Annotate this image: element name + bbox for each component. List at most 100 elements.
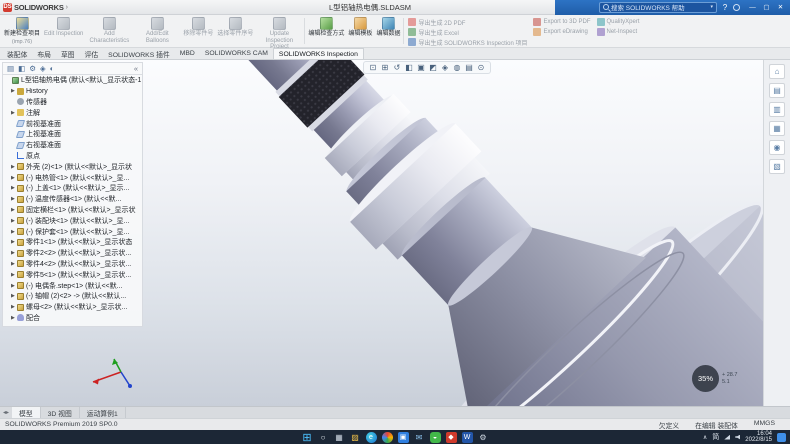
net-inspect-button[interactable]: Net-Inspect (597, 28, 640, 36)
tab-model[interactable]: 模型 (12, 407, 41, 418)
zoom-area-icon[interactable]: ⊞ (380, 63, 390, 72)
chrome-icon[interactable]: ◍ (382, 432, 393, 443)
section-view-icon[interactable]: ◧ (404, 63, 414, 72)
configurationmanager-tab-icon[interactable]: ⚙ (29, 64, 36, 73)
export-edrawing-button[interactable]: Export eDrawing (533, 28, 590, 36)
view-settings-icon[interactable]: ⊙ (476, 63, 486, 72)
start-icon[interactable]: ⊞ (302, 432, 313, 443)
collapse-panel-icon[interactable]: « (134, 64, 138, 73)
graphics-viewport[interactable]: ▤ ◧ ⚙ ◈ ◐ « L型铝轴热电偶 (默认<默认_显示状态-1 ▶ Hist… (0, 60, 763, 406)
solidworks-taskbar-icon[interactable]: ◆ (446, 432, 457, 443)
tab-motion-study[interactable]: 运动算例1 (80, 407, 126, 418)
status-units[interactable]: MMGS (754, 420, 775, 430)
help-button[interactable]: ? (720, 3, 730, 12)
search-caret-icon[interactable]: ▾ (710, 4, 713, 10)
mail-icon[interactable]: ✉ (414, 432, 425, 443)
export-sw-inspection-button[interactable]: 导出生成 SOLIDWORKS Inspection 项目 (408, 38, 527, 46)
update-inspection-project-button[interactable]: Update Inspection Project (255, 16, 303, 46)
edge-icon[interactable]: e (366, 432, 377, 443)
tree-item-part[interactable]: ▶ 零件5<1> (默认<<默认>_显示状... (3, 269, 142, 280)
appearances-icon[interactable]: ◉ (769, 140, 785, 155)
tree-item-part[interactable]: ▶ 固定横栏<1> (默认<<默认>_显示状 (3, 205, 142, 216)
resources-icon[interactable]: ⌂ (769, 64, 785, 79)
edit-data-button[interactable]: 编辑数据 (374, 16, 402, 46)
tree-item-assembly-root[interactable]: L型铝轴热电偶 (默认<默认_显示状态-1 (3, 75, 142, 86)
new-inspection-project-button[interactable]: 新建检查项目 (imp.76) (2, 16, 42, 46)
tree-item-part[interactable]: ▶ (-) 保护套<1> (默认<<默认>_显... (3, 226, 142, 237)
tab-sketch[interactable]: 草图 (56, 48, 80, 59)
propertymanager-tab-icon[interactable]: ◧ (18, 64, 25, 73)
tray-chevron-icon[interactable]: ∧ (703, 434, 707, 441)
tree-item-part[interactable]: ▶ (-) 电热管<1> (默认<<默认>_显... (3, 172, 142, 183)
settings-icon[interactable]: ⚙ (478, 432, 489, 443)
custom-properties-icon[interactable]: ▧ (769, 159, 785, 174)
previous-view-icon[interactable]: ↺ (392, 63, 402, 72)
task-view-icon[interactable]: ▦ (334, 432, 345, 443)
wechat-icon[interactable]: ◒ (430, 432, 441, 443)
tree-item-part[interactable]: ▶ 零件4<2> (默认<<默认>_显示状... (3, 259, 142, 270)
file-explorer-taskbar-icon[interactable]: ▨ (350, 432, 361, 443)
export-3d-pdf-button[interactable]: Export to 3D PDF (533, 18, 590, 26)
taskbar-search-icon[interactable]: ○ (318, 432, 329, 443)
remove-balloons-button[interactable]: 移除零件号 (181, 16, 215, 46)
zoom-fit-icon[interactable]: ⊡ (368, 63, 378, 72)
tree-item-origin[interactable]: 原点 (3, 151, 142, 162)
view-palette-icon[interactable]: ▦ (769, 121, 785, 136)
tree-item-right-plane[interactable]: 右视基准面 (3, 140, 142, 151)
tab-3d-views[interactable]: 3D 视图 (41, 407, 80, 418)
select-balloons-button[interactable]: 选择零件序号 (215, 16, 255, 46)
add-characteristics-button[interactable]: Add Characteristics (85, 16, 133, 46)
tree-item-annotations[interactable]: ▶ 注解 (3, 107, 142, 118)
tree-item-part[interactable]: ▶ (-) 上盖<1> (默认<<默认>_显示... (3, 183, 142, 194)
tree-item-part[interactable]: ▶ 零件2<2> (默认<<默认>_显示状... (3, 248, 142, 259)
tree-item-part[interactable]: ▶ (-) 轴帽 (2)<2> -> (默认<<默认... (3, 291, 142, 302)
notification-badge[interactable] (777, 433, 786, 442)
tree-item-front-plane[interactable]: 前视基准面 (3, 118, 142, 129)
tab-solidworks-inspection[interactable]: SOLIDWORKS Inspection (273, 48, 364, 59)
tree-item-part[interactable]: ▶ 外壳 (2)<1> (默认<<默认>_显示状 (3, 161, 142, 172)
word-icon[interactable]: W (462, 432, 473, 443)
tab-layout[interactable]: 布局 (32, 48, 56, 59)
maximize-button[interactable]: ▢ (760, 1, 773, 14)
edit-appearance-icon[interactable]: ◍ (452, 63, 462, 72)
volume-icon[interactable] (735, 435, 740, 440)
close-button[interactable]: ✕ (774, 1, 787, 14)
tab-evaluate[interactable]: 评估 (80, 48, 104, 59)
displaymanager-tab-icon[interactable]: ◐ (50, 64, 55, 73)
file-explorer-icon[interactable]: ▥ (769, 102, 785, 117)
add-edit-balloons-button[interactable]: Add/Edit Balloons (133, 16, 181, 46)
tab-scroll-arrows[interactable]: ◂▸ (0, 407, 12, 418)
edit-inspection-method-button[interactable]: 编辑检查方式 (306, 16, 346, 46)
design-library-icon[interactable]: ▤ (769, 83, 785, 98)
store-icon[interactable]: ▣ (398, 432, 409, 443)
qualityxpert-button[interactable]: QualityXpert (597, 18, 640, 26)
network-icon[interactable] (724, 435, 730, 440)
export-2d-pdf-button[interactable]: 导出生成 2D PDF (408, 18, 527, 26)
user-icon[interactable] (733, 4, 740, 11)
search-input[interactable]: 搜索 SOLIDWORKS 帮助 ▾ (599, 2, 717, 13)
tree-item-part[interactable]: ▶ (-) 装配块<1> (默认<<默认>_显... (3, 215, 142, 226)
featuremanager-tab-icon[interactable]: ▤ (7, 64, 14, 73)
tree-item-part[interactable]: ▶ (-) 电偶条.step<1> (默认<<默... (3, 280, 142, 291)
tab-solidworks-cam[interactable]: SOLIDWORKS CAM (200, 48, 273, 59)
minimize-button[interactable]: — (746, 1, 759, 14)
tree-item-history[interactable]: ▶ History (3, 86, 142, 97)
tree-item-sensors[interactable]: 传感器 (3, 97, 142, 108)
tab-mbd[interactable]: MBD (175, 48, 200, 59)
dimxpertmanager-tab-icon[interactable]: ◈ (40, 64, 46, 73)
edit-inspection-button[interactable]: Edit Inspection (42, 16, 85, 46)
tree-item-mates[interactable]: ▶ 配合 (3, 313, 142, 324)
ime-indicator[interactable]: 简 (712, 432, 719, 442)
export-excel-button[interactable]: 导出生成 Excel (408, 28, 527, 36)
hide-show-items-icon[interactable]: ◈ (440, 63, 450, 72)
tree-item-part[interactable]: ▶ 螺母<2> (默认<<默认>_显示状... (3, 302, 142, 313)
clock[interactable]: 16:04 2022/8/15 (745, 431, 772, 444)
tab-assembly[interactable]: 装配体 (2, 48, 32, 59)
tab-addins[interactable]: SOLIDWORKS 插件 (103, 48, 175, 59)
display-style-icon[interactable]: ◩ (428, 63, 438, 72)
tree-item-part[interactable]: ▶ (-) 温度传感器<1> (默认<<默... (3, 194, 142, 205)
apply-scene-icon[interactable]: ▤ (464, 63, 474, 72)
view-orientation-icon[interactable]: ▣ (416, 63, 426, 72)
menu-chevron-icon[interactable]: › (66, 4, 68, 11)
tree-item-part[interactable]: ▶ 零件1<1> (默认<<默认>_显示状态 (3, 237, 142, 248)
